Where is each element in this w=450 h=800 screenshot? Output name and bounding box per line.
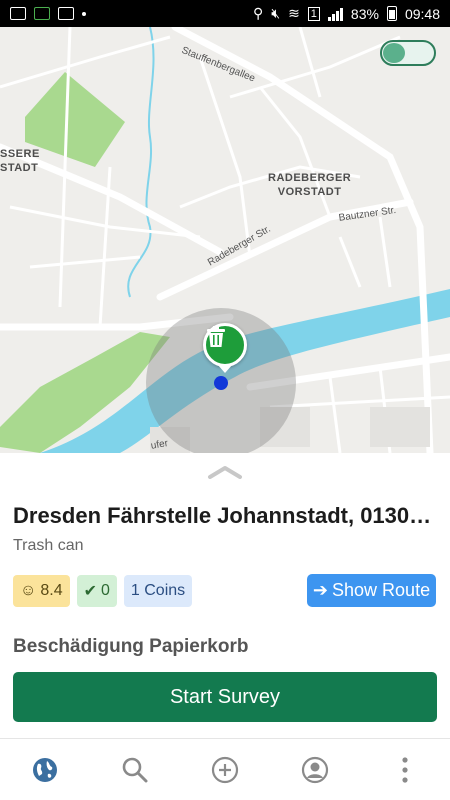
more-vertical-icon [402, 756, 408, 783]
nav-map[interactable] [20, 745, 70, 795]
rating-badge: ☺ 8.4 [13, 575, 70, 607]
place-title: Dresden Fährstelle Johannstadt, 01307 Dr… [13, 503, 438, 528]
start-survey-button[interactable]: Start Survey [13, 672, 437, 722]
trash-icon [207, 326, 225, 347]
issue-title: Beschädigung Papierkorb [13, 636, 249, 657]
profile-icon [301, 756, 329, 783]
bottom-navigation [0, 738, 450, 800]
nav-more[interactable] [380, 745, 430, 795]
coins-value: 1 Coins [130, 582, 186, 599]
smiley-icon: ☺ [20, 582, 37, 599]
nav-profile[interactable] [290, 745, 340, 795]
place-details-sheet: Dresden Fährstelle Johannstadt, 01307 Dr… [0, 453, 450, 738]
battery-percent: 83% [350, 5, 379, 22]
checkmark-icon: ✔ [83, 583, 97, 600]
wifi-icon: ≋ [288, 5, 300, 21]
globe-icon [33, 757, 57, 782]
search-icon [122, 757, 148, 782]
signal-icon [327, 7, 343, 21]
battery-icon [386, 6, 397, 21]
coins-badge: 1 Coins [123, 575, 193, 607]
chevron-up-icon[interactable] [207, 465, 243, 479]
district-label-partial: SSERE STADT [0, 148, 40, 174]
map-view[interactable]: RADEBERGER VORSTADT SSERE STADT Stauffenbe… [0, 27, 450, 453]
arrow-right-icon: ➔ [312, 580, 329, 600]
add-icon [211, 756, 239, 783]
mail-icon [58, 7, 74, 20]
toggle-knob [383, 43, 405, 63]
clock: 09:48 [404, 5, 440, 22]
nav-add[interactable] [200, 745, 250, 795]
gallery-icon [10, 7, 26, 20]
badge-row: ☺ 8.4 ✔ 0 1 Coins [13, 575, 193, 607]
nav-search[interactable] [110, 745, 160, 795]
app-notification-icon [34, 7, 50, 20]
trash-can-marker[interactable] [203, 323, 247, 367]
status-bar: ⚲ 🔇︎ ≋ 1 83% 09:48 [0, 0, 450, 27]
user-location-dot [214, 376, 228, 390]
check-badge: ✔ 0 [76, 575, 117, 607]
marker-pointer [217, 364, 233, 373]
map-layer-toggle[interactable] [380, 40, 436, 66]
show-route-label: Show Route [332, 580, 431, 600]
district-label-radeberger-vorstadt: RADEBERGER VORSTADT [268, 172, 352, 198]
check-count: 0 [101, 582, 110, 599]
rating-value: 8.4 [40, 582, 63, 599]
more-notifications-icon [82, 11, 86, 16]
show-route-button[interactable]: ➔ Show Route [307, 574, 436, 607]
mute-icon: 🔇︎ [271, 5, 281, 21]
sim-indicator: 1 [307, 6, 320, 21]
park-area [25, 72, 125, 167]
place-type: Trash can [13, 537, 84, 554]
location-icon: ⚲ [252, 5, 264, 21]
map-tiles [0, 27, 450, 453]
